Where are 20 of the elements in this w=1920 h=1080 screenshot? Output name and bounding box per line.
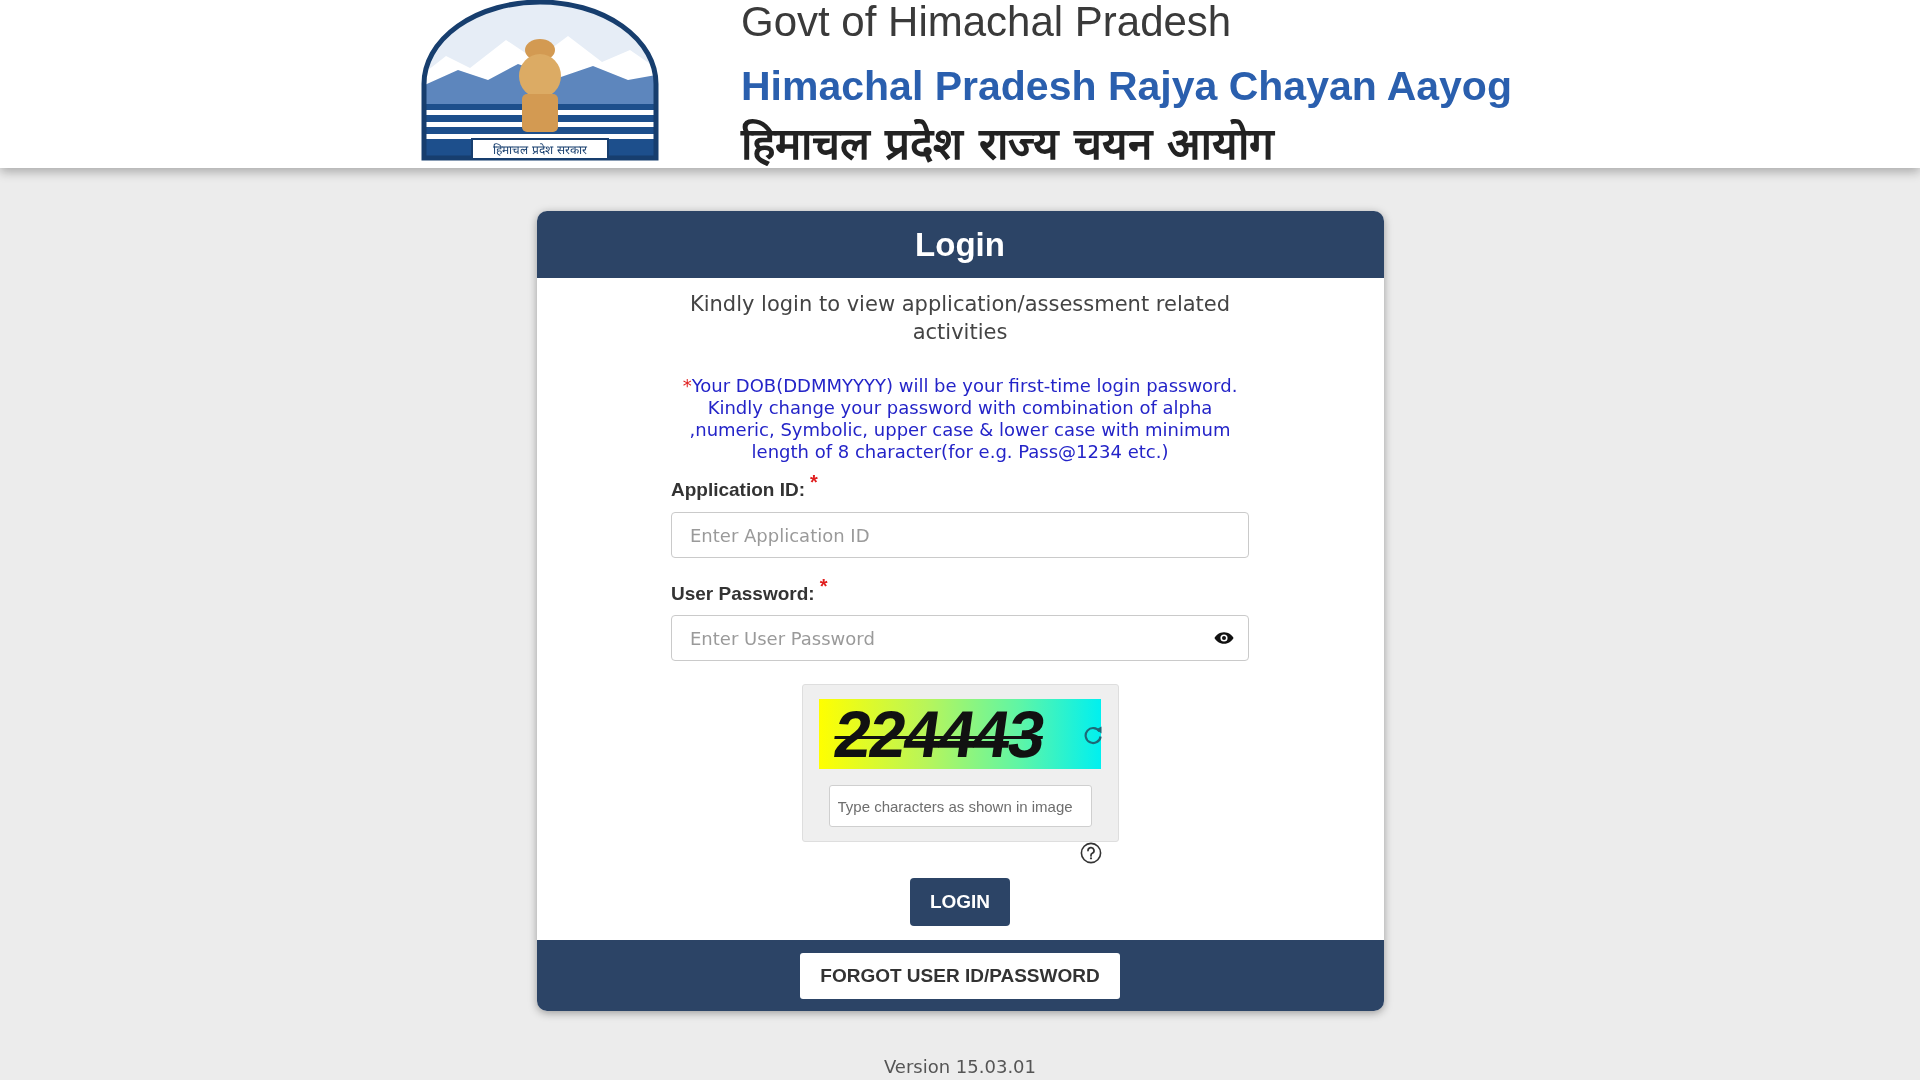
required-asterisk: *: [810, 474, 818, 490]
captcha-text: 224443: [830, 701, 1048, 767]
text-input[interactable]: Enter Application ID: [671, 512, 1249, 558]
login-button[interactable]: LOGIN: [909, 878, 1011, 926]
password-input[interactable]: Enter User Password: [671, 615, 1249, 661]
captcha-input[interactable]: Type characters as shown in image: [828, 785, 1092, 827]
card-title: Login: [915, 225, 1005, 264]
forgot-password-button[interactable]: FORGOT USER ID/PASSWORD: [800, 952, 1120, 999]
password-note: *Your DOB(DDMMYYYY) will be your first-time login password. Kindly change your password with combination of alpha ,numeric, Symbolic, upper case & lower case with minimum length of 8 character(for e.g. Pass@1234 etc.): [681, 375, 1239, 463]
field-label: Application ID:: [671, 478, 806, 502]
field-label: User Password:: [671, 582, 815, 606]
eye-icon[interactable]: [1214, 631, 1234, 645]
commission-name-hindi: हिमाचल प्रदेश राज्य चयन आयोग: [741, 120, 1276, 168]
government-name: Govt of Himachal Pradesh: [741, 0, 1233, 44]
version-text: Version 15.03.01: [883, 1056, 1037, 1078]
commission-name: Himachal Pradesh Rajya Chayan Aayog: [741, 64, 1512, 108]
refresh-icon[interactable]: [1083, 725, 1103, 745]
required-asterisk: *: [819, 578, 828, 594]
help-icon[interactable]: [1079, 842, 1102, 864]
intro-text: Kindly login to view application/assessment related activities: [688, 291, 1232, 346]
